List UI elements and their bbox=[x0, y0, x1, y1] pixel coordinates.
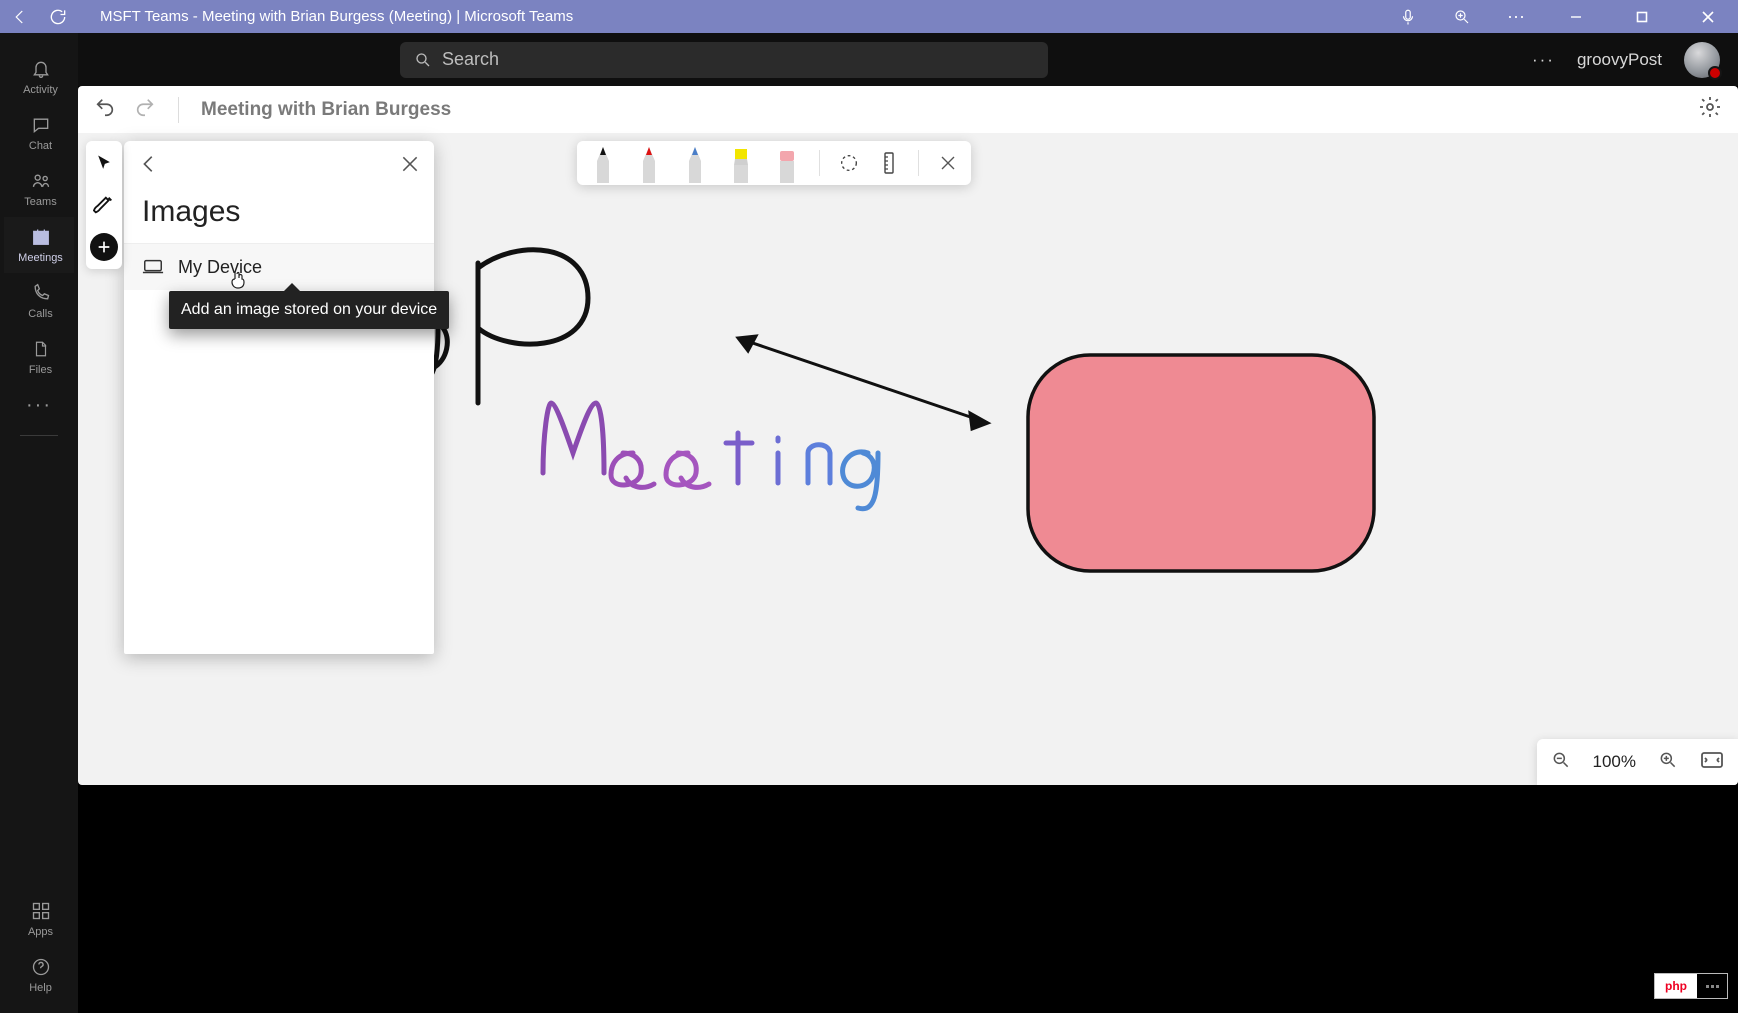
apps-icon bbox=[31, 900, 51, 922]
rail-calls[interactable]: Calls bbox=[4, 273, 74, 329]
panel-close-button[interactable] bbox=[400, 154, 420, 179]
file-icon bbox=[32, 338, 50, 360]
rail-divider bbox=[20, 435, 58, 436]
rail-help[interactable]: Help bbox=[4, 947, 74, 1003]
topbar-more-icon[interactable]: ··· bbox=[1532, 50, 1555, 70]
back-icon[interactable] bbox=[6, 0, 34, 33]
settings-button[interactable] bbox=[1698, 95, 1722, 124]
more-icon[interactable]: ··· bbox=[1502, 0, 1530, 33]
teams-icon bbox=[30, 170, 52, 192]
search-placeholder: Search bbox=[442, 49, 499, 70]
content-area: Meeting with Brian Burgess bbox=[78, 86, 1738, 1013]
phone-icon bbox=[31, 282, 51, 304]
rail-meetings[interactable]: Meetings bbox=[4, 217, 74, 273]
panel-item-label: My Device bbox=[178, 257, 262, 278]
pen-blue-galaxy[interactable] bbox=[677, 143, 713, 183]
maximize-button[interactable] bbox=[1622, 0, 1662, 33]
eraser-tool[interactable] bbox=[769, 143, 805, 183]
search-icon bbox=[414, 51, 432, 69]
topbar-username: groovyPost bbox=[1577, 50, 1662, 70]
whiteboard-shape[interactable] bbox=[1028, 355, 1374, 571]
rail-label: Chat bbox=[29, 140, 52, 152]
close-toolbar-button[interactable] bbox=[933, 148, 963, 178]
search-input[interactable]: Search bbox=[400, 42, 1048, 78]
highlighter-yellow[interactable] bbox=[723, 143, 759, 183]
chat-icon bbox=[31, 114, 51, 136]
tooltip: Add an image stored on your device bbox=[169, 291, 449, 329]
rail-label: Activity bbox=[23, 84, 58, 96]
source-badge: php bbox=[1654, 973, 1728, 999]
zoom-control: 100% bbox=[1537, 739, 1738, 785]
rail-apps[interactable]: Apps bbox=[4, 891, 74, 947]
images-panel: Images My Device Add an image stored on … bbox=[124, 141, 434, 654]
rail-activity[interactable]: Activity bbox=[4, 49, 74, 105]
add-tool[interactable] bbox=[90, 233, 118, 261]
pen-tool[interactable] bbox=[90, 191, 118, 219]
pointer-tool[interactable] bbox=[90, 149, 118, 177]
presence-badge bbox=[1708, 66, 1722, 80]
whiteboard-container: Meeting with Brian Burgess bbox=[78, 86, 1738, 1013]
minimize-button[interactable] bbox=[1556, 0, 1596, 33]
rail-more[interactable]: ··· bbox=[4, 385, 74, 425]
zoom-level: 100% bbox=[1593, 752, 1636, 772]
badge-right bbox=[1697, 974, 1727, 998]
laptop-icon bbox=[142, 258, 164, 276]
calendar-icon bbox=[31, 226, 51, 248]
mic-icon[interactable] bbox=[1394, 0, 1422, 33]
pen-red[interactable] bbox=[631, 143, 667, 183]
window-title: MSFT Teams - Meeting with Brian Burgess … bbox=[100, 8, 573, 25]
top-bar: Search ··· groovyPost bbox=[78, 33, 1738, 86]
rail-label: Apps bbox=[28, 926, 53, 938]
redo-button[interactable] bbox=[134, 96, 156, 123]
toolbar-separator bbox=[918, 150, 919, 176]
rail-label: Calls bbox=[28, 308, 52, 320]
ruler-tool[interactable] bbox=[874, 148, 904, 178]
zoom-out-button[interactable] bbox=[1551, 750, 1571, 775]
panel-item-mydevice[interactable]: My Device bbox=[124, 244, 434, 290]
close-button[interactable] bbox=[1688, 0, 1728, 33]
rail-label: Files bbox=[29, 364, 52, 376]
zoom-icon[interactable] bbox=[1448, 0, 1476, 33]
bell-icon bbox=[31, 58, 51, 80]
cursor-icon bbox=[229, 269, 247, 296]
avatar[interactable] bbox=[1684, 42, 1720, 78]
badge-left: php bbox=[1655, 979, 1697, 993]
undo-button[interactable] bbox=[94, 96, 116, 123]
rail-teams[interactable]: Teams bbox=[4, 161, 74, 217]
rail-label: Teams bbox=[24, 196, 56, 208]
pen-toolbar bbox=[577, 141, 971, 185]
app-rail: Activity Chat Teams Meetings Calls bbox=[0, 33, 78, 1013]
lasso-tool[interactable] bbox=[834, 148, 864, 178]
whiteboard-canvas-frame: Images My Device Add an image stored on … bbox=[78, 133, 1738, 785]
toolbar-separator bbox=[819, 150, 820, 176]
refresh-icon[interactable] bbox=[44, 0, 72, 33]
whiteboard-title: Meeting with Brian Burgess bbox=[201, 99, 451, 121]
window-titlebar: MSFT Teams - Meeting with Brian Burgess … bbox=[0, 0, 1738, 33]
whiteboard-header: Meeting with Brian Burgess bbox=[78, 86, 1738, 133]
rail-label: Meetings bbox=[18, 252, 63, 264]
panel-title: Images bbox=[124, 191, 434, 243]
whiteboard-left-tools bbox=[86, 141, 122, 269]
help-icon bbox=[31, 956, 51, 978]
divider bbox=[178, 97, 179, 123]
rail-label: Help bbox=[29, 982, 52, 994]
rail-files[interactable]: Files bbox=[4, 329, 74, 385]
zoom-in-button[interactable] bbox=[1658, 750, 1678, 775]
rail-chat[interactable]: Chat bbox=[4, 105, 74, 161]
panel-back-button[interactable] bbox=[138, 153, 160, 180]
pen-black[interactable] bbox=[585, 143, 621, 183]
fit-screen-button[interactable] bbox=[1700, 751, 1724, 774]
